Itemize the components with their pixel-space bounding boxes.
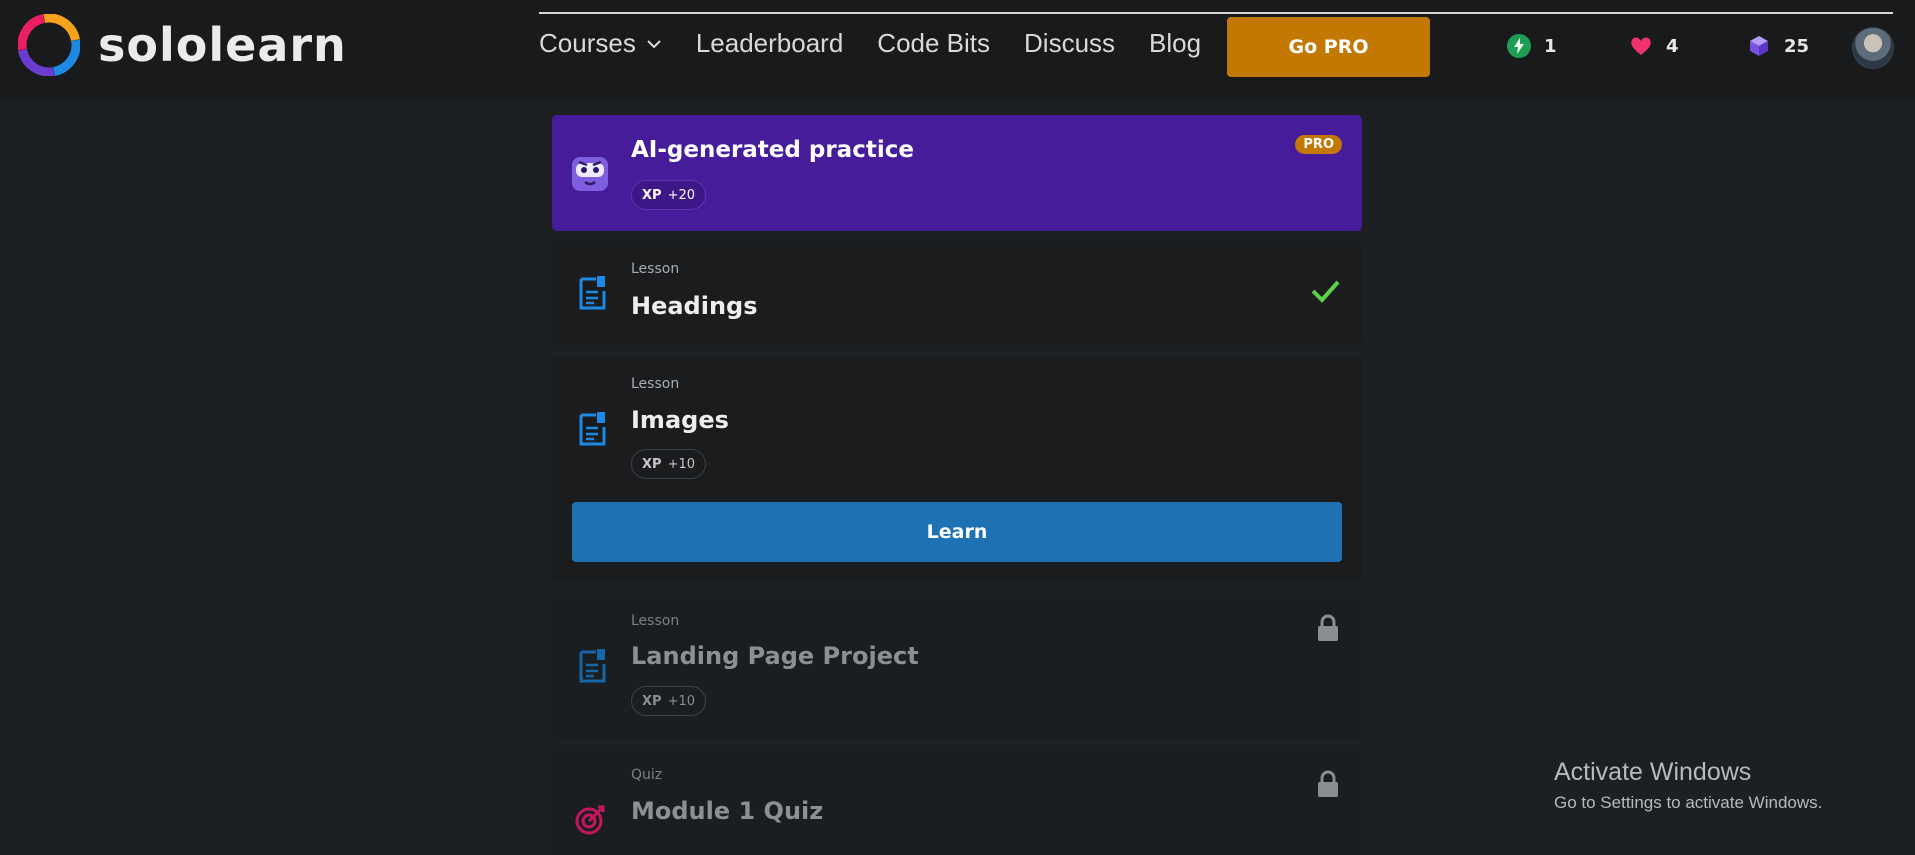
activate-windows-watermark: Activate Windows Go to Settings to activ… [1554, 758, 1822, 813]
checkmark-icon [1311, 280, 1340, 303]
streak-counter[interactable]: 1 [1506, 33, 1557, 59]
user-avatar[interactable] [1852, 27, 1894, 69]
streak-count: 1 [1544, 35, 1557, 57]
lock-icon [1318, 614, 1338, 641]
nav-blog[interactable]: Blog [1149, 28, 1201, 59]
go-pro-button[interactable]: Go PRO [1227, 17, 1430, 77]
lesson-title: Module 1 Quiz [631, 797, 824, 825]
brand-name: sololearn [98, 18, 347, 72]
learn-button[interactable]: Learn [572, 502, 1342, 562]
lesson-kind: Quiz [631, 767, 663, 783]
main-nav: Courses Leaderboard Code Bits Discuss Bl… [539, 28, 1235, 59]
sololearn-logo-icon [18, 14, 80, 76]
lesson-xp: XP +10 [631, 449, 706, 479]
xp-label: XP [642, 693, 662, 709]
lesson-document-icon [579, 412, 606, 446]
lesson-kind: Lesson [631, 613, 680, 629]
sololearn-logo[interactable]: sololearn [18, 14, 347, 76]
ai-practice-xp: XP +20 [631, 180, 706, 210]
gem-cube-icon [1750, 36, 1768, 56]
xp-value: +10 [667, 693, 695, 709]
lesson-card-images[interactable]: Lesson Images XP +10 Learn [552, 356, 1362, 582]
chevron-down-icon [647, 39, 661, 48]
ai-practice-card[interactable]: AI-generated practice PRO XP +20 [552, 115, 1362, 231]
lesson-kind: Lesson [631, 261, 680, 277]
gems-count: 25 [1784, 35, 1810, 57]
hearts-counter[interactable]: 4 [1628, 33, 1679, 59]
nav-courses-label: Courses [539, 28, 636, 58]
lesson-title: Headings [631, 292, 758, 320]
lightning-icon [1507, 34, 1531, 58]
lesson-title: Images [631, 406, 729, 434]
nav-code-bits[interactable]: Code Bits [877, 28, 990, 59]
xp-label: XP [642, 187, 662, 203]
hearts-count: 4 [1666, 35, 1679, 57]
lesson-title: Landing Page Project [631, 642, 919, 670]
lesson-kind: Lesson [631, 376, 680, 392]
nav-courses[interactable]: Courses [539, 28, 662, 59]
top-divider [539, 12, 1893, 14]
watermark-subtitle: Go to Settings to activate Windows. [1554, 793, 1823, 812]
watermark-title: Activate Windows [1554, 758, 1752, 786]
nav-discuss[interactable]: Discuss [1024, 28, 1115, 59]
lesson-document-icon [579, 649, 606, 683]
xp-value: +10 [667, 456, 695, 472]
lesson-card-landing-page-project[interactable]: Lesson Landing Page Project XP +10 [552, 593, 1362, 739]
lesson-xp: XP +10 [631, 686, 706, 716]
robot-mascot-icon [572, 157, 608, 191]
gems-counter[interactable]: 25 [1746, 33, 1809, 59]
heart-icon [1631, 37, 1651, 55]
top-navigation-bar: sololearn Courses Leaderboard Code Bits … [0, 0, 1915, 100]
pro-badge: PRO [1295, 135, 1342, 154]
target-icon [575, 805, 605, 835]
xp-label: XP [642, 456, 662, 472]
quiz-card-module-1[interactable]: Quiz Module 1 Quiz [552, 750, 1362, 855]
ai-practice-title: AI-generated practice [631, 137, 914, 163]
lesson-card-headings[interactable]: Lesson Headings [552, 241, 1362, 345]
nav-leaderboard[interactable]: Leaderboard [696, 28, 843, 59]
lesson-document-icon [579, 276, 606, 310]
lock-icon [1318, 770, 1338, 797]
xp-value: +20 [667, 187, 695, 203]
